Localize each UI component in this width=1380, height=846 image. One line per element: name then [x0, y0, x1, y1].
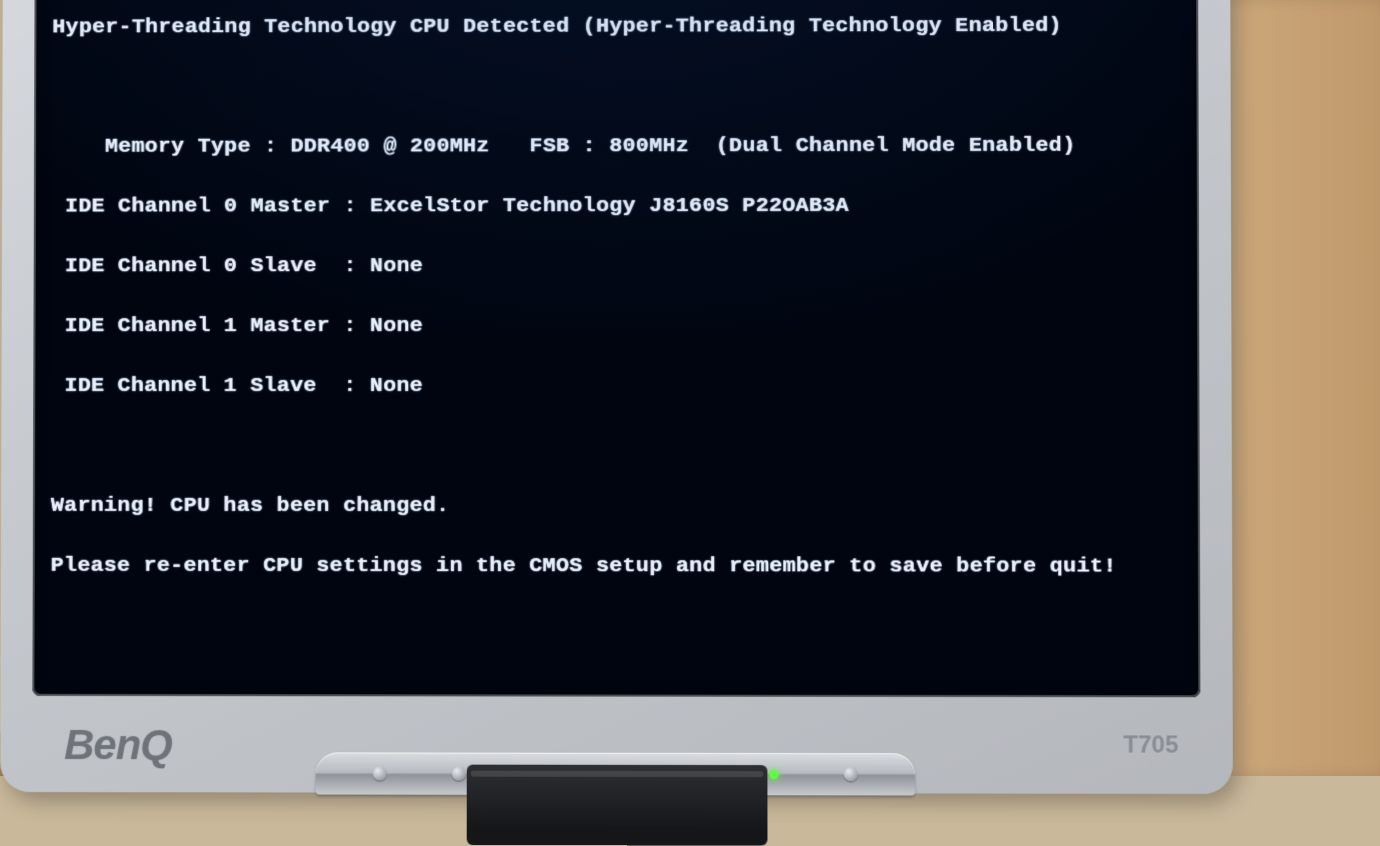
crt-monitor: pentium Supported Hyper-Threading Techno… — [0, 0, 1233, 794]
bios-post-text: Supported Hyper-Threading Technology CPU… — [49, 0, 1201, 697]
monitor-model-label: T705 — [1123, 733, 1178, 757]
ide-1-master: IDE Channel 1 Master : None — [51, 312, 1200, 342]
monitor-stand — [467, 765, 768, 846]
warning-line-1: Warning! CPU has been changed. — [51, 492, 1201, 523]
power-button[interactable] — [844, 767, 858, 781]
power-led-icon — [769, 770, 778, 779]
ide-1-slave: IDE Channel 1 Slave : None — [51, 372, 1200, 402]
osd-button[interactable] — [452, 767, 466, 781]
osd-button[interactable] — [372, 766, 386, 780]
ide-0-slave: IDE Channel 0 Slave : None — [52, 252, 1201, 283]
monitor-brand-logo: BenQ — [64, 724, 172, 766]
cpu-detected-line: Hyper-Threading Technology CPU Detected … — [52, 12, 1200, 44]
ide-0-master: IDE Channel 0 Master : ExcelStor Technol… — [52, 192, 1201, 223]
memory-line: Memory Type : DDR400 @ 200MHz FSB : 800M… — [52, 132, 1201, 163]
room-wall — [1220, 0, 1380, 776]
screen-area: pentium Supported Hyper-Threading Techno… — [32, 0, 1200, 697]
warning-line-2: Please re-enter CPU settings in the CMOS… — [51, 552, 1201, 583]
